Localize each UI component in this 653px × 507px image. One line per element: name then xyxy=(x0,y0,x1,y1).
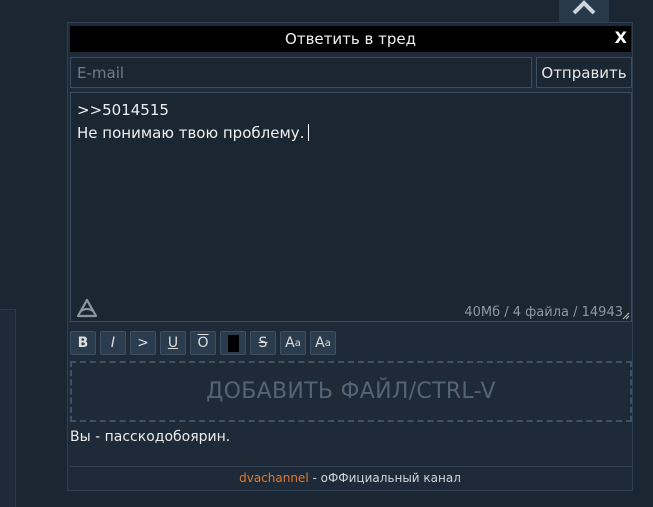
superscript-base: A xyxy=(285,335,295,351)
subscript-mark: a xyxy=(324,337,331,349)
footer-divider xyxy=(70,466,632,467)
strikethrough-button[interactable]: S xyxy=(250,331,276,355)
chevron-up-icon xyxy=(572,0,596,15)
email-field[interactable] xyxy=(70,57,532,88)
italic-button[interactable]: I xyxy=(100,331,126,355)
official-channel-link[interactable]: dvachannel xyxy=(239,471,309,485)
footer-text: - оФФициальный канал xyxy=(308,471,461,485)
overline-button[interactable]: O xyxy=(190,331,216,355)
superscript-button[interactable]: Aa xyxy=(280,331,306,355)
bold-button[interactable]: B xyxy=(70,331,96,355)
dvach-logo-icon xyxy=(76,298,98,318)
footer: dvachannel - оФФициальный канал xyxy=(68,471,632,485)
resize-handle-icon[interactable] xyxy=(622,312,630,320)
file-dropzone[interactable]: ДОБАВИТЬ ФАЙЛ/CTRL-V xyxy=(70,361,632,422)
reply-form: Ответить в тред X Отправить >>5014515 Не… xyxy=(67,22,633,491)
markup-toolbar: B I > U O S Aa Aa xyxy=(70,331,336,355)
subscript-button[interactable]: Aa xyxy=(310,331,336,355)
close-button[interactable]: X xyxy=(615,28,627,47)
spoiler-button[interactable] xyxy=(220,331,246,355)
left-panel-edge xyxy=(0,309,16,507)
message-textarea[interactable]: >>5014515 Не понимаю твою проблему. 40Мб… xyxy=(70,92,632,322)
subscript-base: A xyxy=(315,335,325,351)
dropzone-label: ДОБАВИТЬ ФАЙЛ/CTRL-V xyxy=(206,379,496,404)
passcode-status: Вы - пасскодобоярин. xyxy=(70,429,231,445)
reply-form-title: Ответить в тред xyxy=(285,30,416,48)
message-line-reply-link: >>5014515 xyxy=(77,101,169,119)
quote-button[interactable]: > xyxy=(130,331,156,355)
superscript-mark: a xyxy=(294,337,301,349)
message-line-text: Не понимаю твою проблему. xyxy=(77,124,305,142)
spoiler-icon xyxy=(227,334,239,352)
upload-limits: 40Мб / 4 файла / 14943 xyxy=(464,305,623,320)
reply-form-titlebar[interactable]: Ответить в тред X xyxy=(70,26,631,52)
text-caret xyxy=(308,124,310,141)
underline-button[interactable]: U xyxy=(160,331,186,355)
message-text: >>5014515 Не понимаю твою проблему. xyxy=(77,99,310,145)
send-button[interactable]: Отправить xyxy=(536,57,632,88)
